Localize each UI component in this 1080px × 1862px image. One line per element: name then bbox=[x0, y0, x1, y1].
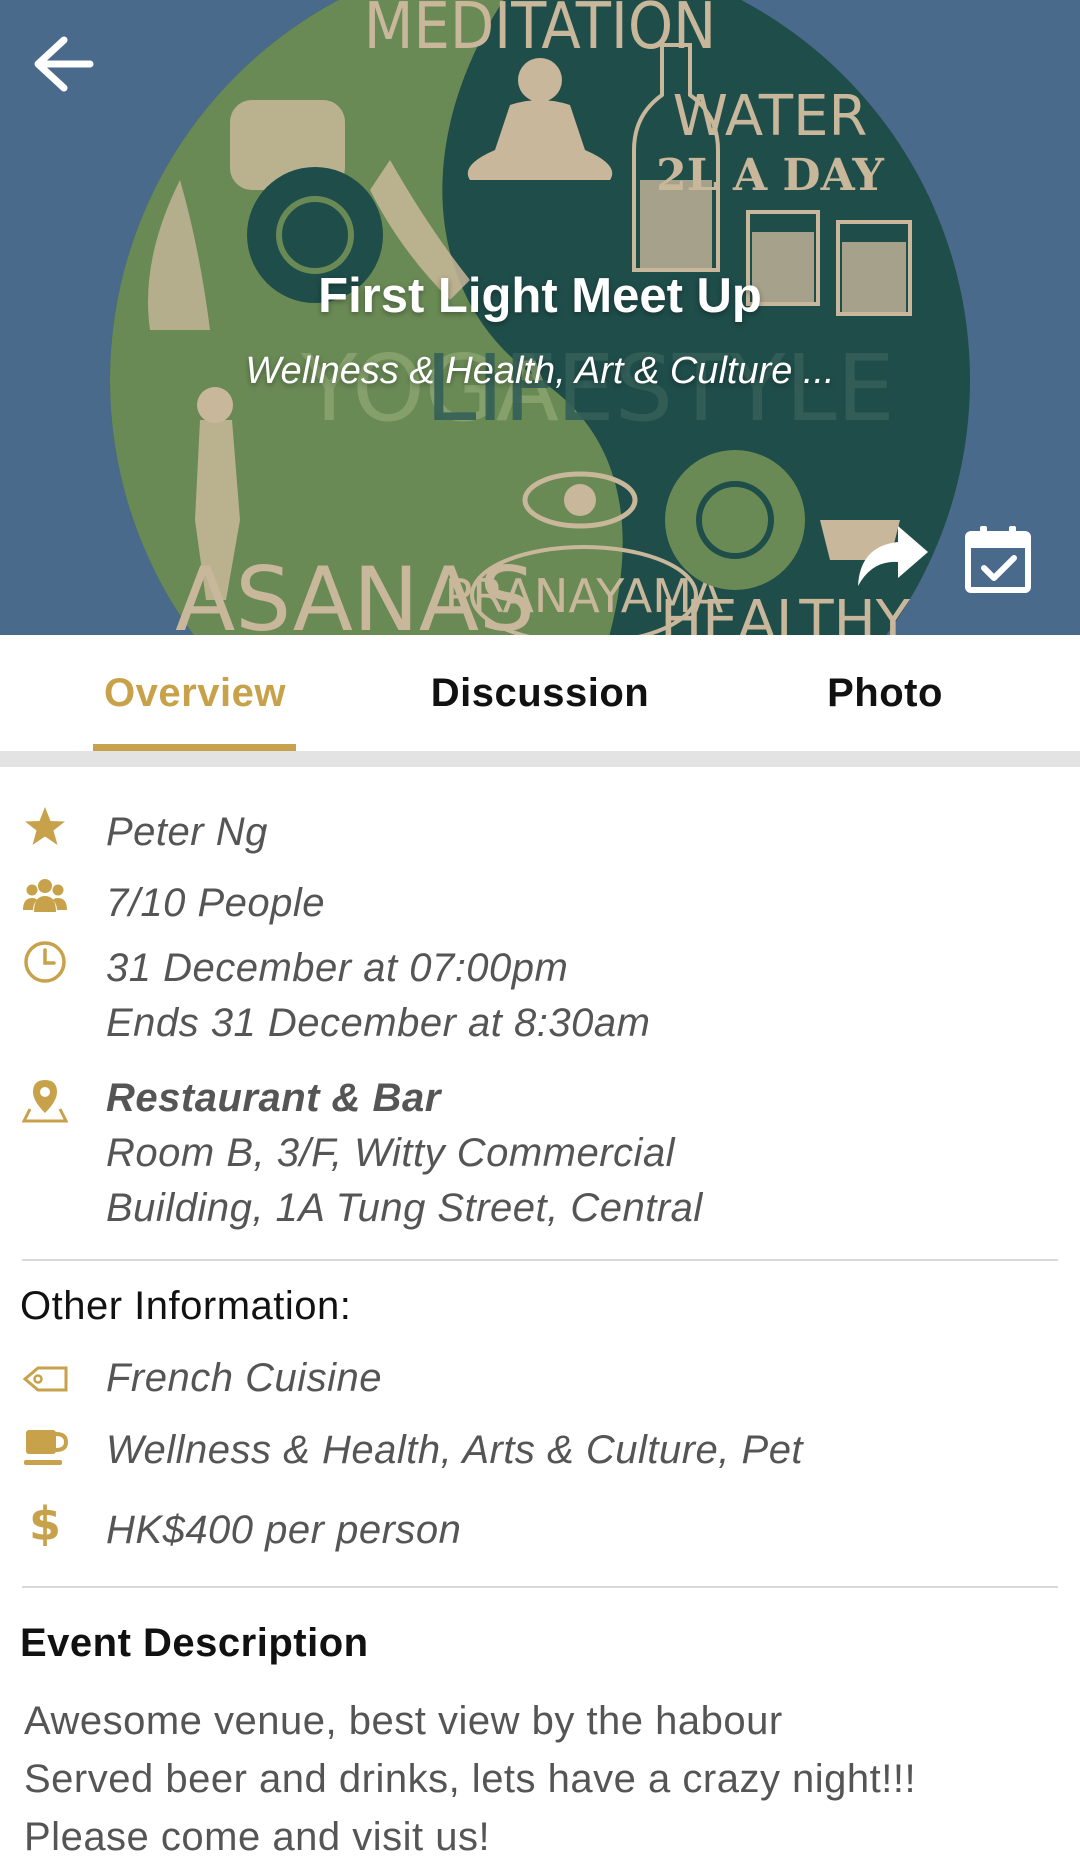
tab-photo[interactable]: Photo bbox=[730, 635, 1040, 751]
coffee-cup-icon bbox=[24, 1430, 68, 1465]
event-price: HK$400 per person bbox=[106, 1508, 462, 1552]
event-description-heading: Event Description bbox=[20, 1621, 369, 1665]
event-categories: Wellness & Health, Arts & Culture, Pet bbox=[106, 1428, 804, 1472]
people-icon bbox=[23, 879, 67, 912]
svg-text:$: $ bbox=[29, 1500, 61, 1546]
cuisine-type: French Cuisine bbox=[106, 1356, 383, 1400]
back-button[interactable] bbox=[28, 28, 98, 98]
event-categories-subtitle: Wellness & Health, Art & Culture ... bbox=[245, 350, 835, 392]
event-title: First Light Meet Up bbox=[318, 269, 762, 323]
other-information-heading: Other Information: bbox=[20, 1284, 352, 1328]
share-button[interactable] bbox=[852, 520, 932, 590]
description-line: Served beer and drinks, lets have a craz… bbox=[24, 1757, 917, 1801]
event-tab-bar: Overview Discussion Photo bbox=[0, 635, 1080, 751]
event-description-body: Awesome venue, best view by the habour S… bbox=[24, 1692, 916, 1862]
venue-name: Restaurant & Bar bbox=[106, 1076, 441, 1120]
clock-icon bbox=[24, 941, 66, 983]
tab-overview[interactable]: Overview bbox=[40, 635, 350, 751]
arrow-left-icon bbox=[34, 36, 94, 92]
venue-address-line-1: Room B, 3/F, Witty Commercial bbox=[106, 1131, 676, 1175]
star-icon bbox=[25, 807, 65, 845]
event-hero-banner: MEDITATION WATER 2L A DAY YOGA LIFESTYLE… bbox=[0, 0, 1080, 635]
tab-divider bbox=[0, 751, 1080, 767]
calendar-check-icon bbox=[965, 526, 1031, 593]
section-divider bbox=[22, 1259, 1058, 1261]
description-line: Awesome venue, best view by the habour bbox=[24, 1699, 783, 1743]
art-word-healthy: HEALTHY bbox=[660, 589, 911, 635]
start-time: 31 December at 07:00pm bbox=[106, 946, 569, 990]
attendee-count: 7/10 People bbox=[106, 881, 326, 925]
host-name: Peter Ng bbox=[106, 810, 268, 854]
dollar-icon: $ bbox=[29, 1500, 61, 1546]
active-tab-indicator bbox=[93, 744, 296, 751]
location-map-icon bbox=[22, 1080, 68, 1123]
section-divider bbox=[22, 1586, 1058, 1588]
tab-discussion[interactable]: Discussion bbox=[380, 635, 700, 751]
add-to-calendar-button[interactable] bbox=[962, 524, 1034, 596]
venue-address-line-2: Building, 1A Tung Street, Central bbox=[106, 1186, 703, 1230]
share-icon bbox=[858, 526, 928, 586]
end-time: Ends 31 December at 8:30am bbox=[106, 1001, 651, 1045]
description-line: Please come and visit us! bbox=[24, 1815, 491, 1859]
price-tag-icon bbox=[22, 1366, 68, 1392]
